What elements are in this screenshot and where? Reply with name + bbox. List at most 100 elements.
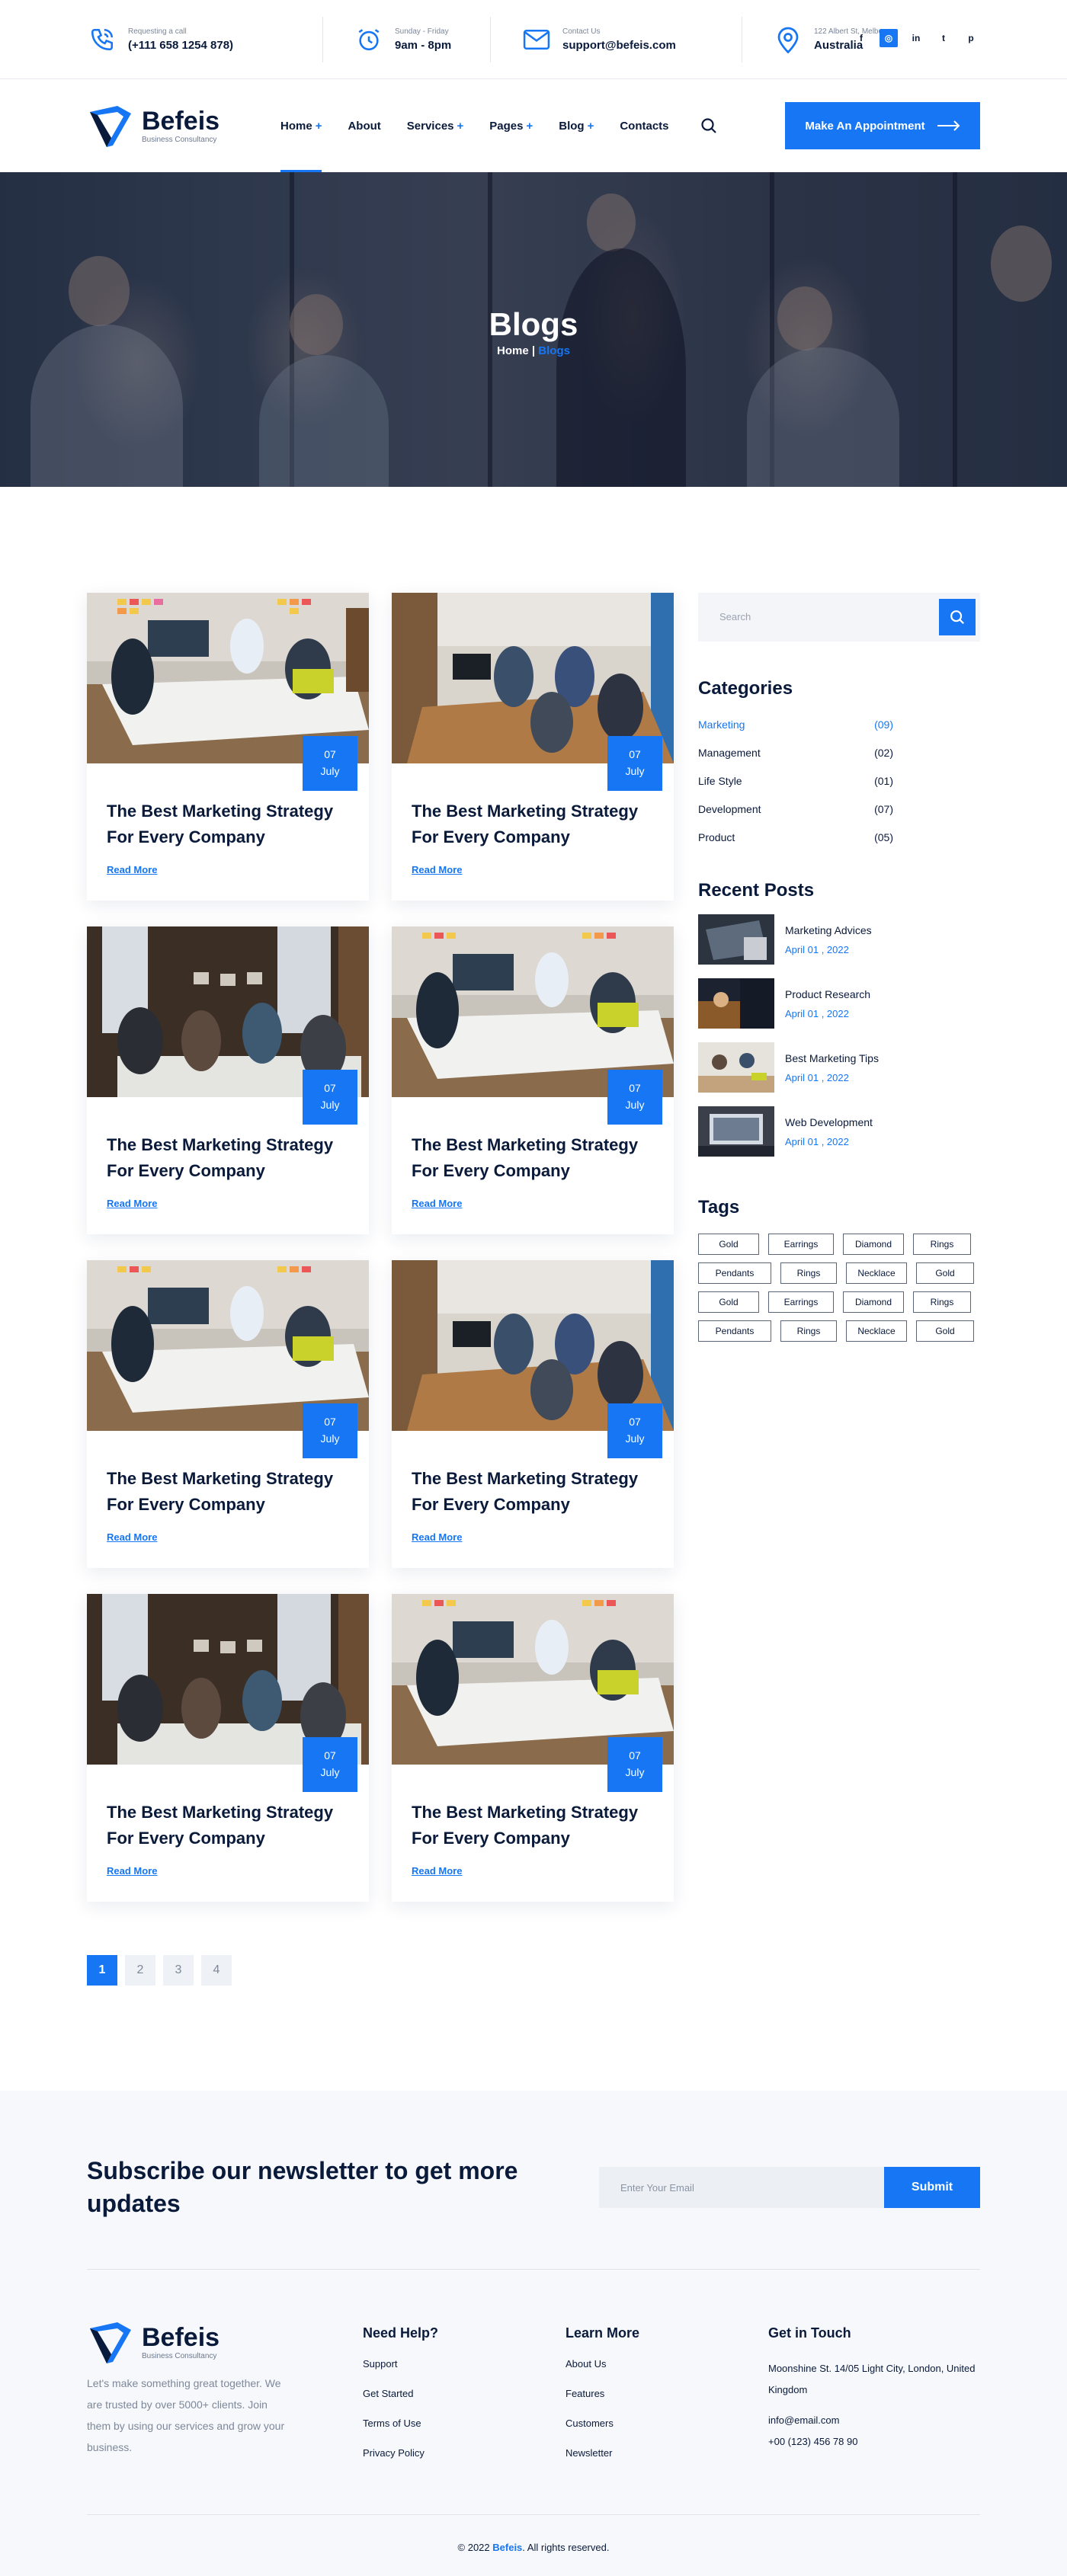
post-title[interactable]: The Best Marketing Strategy For Every Co… bbox=[107, 798, 358, 850]
nav-blog[interactable]: Blog + bbox=[559, 79, 594, 172]
search-input[interactable]: Search bbox=[719, 611, 751, 622]
post-day: 07 bbox=[629, 1416, 641, 1429]
page-button-2[interactable]: 2 bbox=[125, 1955, 155, 1986]
call-info[interactable]: Requesting a call (+111 658 1254 878) bbox=[87, 16, 323, 62]
logo[interactable]: Befeis Business Consultancy bbox=[87, 103, 280, 149]
recent-post[interactable]: Web Development April 01 , 2022 bbox=[698, 1099, 980, 1163]
category-item[interactable]: Development (07) bbox=[698, 795, 980, 823]
footer-link-customers[interactable]: Customers bbox=[566, 2418, 639, 2447]
pinterest-icon[interactable]: p bbox=[962, 29, 980, 47]
email-info[interactable]: Contact Us support@befeis.com bbox=[521, 16, 742, 62]
search-button[interactable] bbox=[939, 599, 976, 635]
post-title[interactable]: The Best Marketing Strategy For Every Co… bbox=[107, 1800, 358, 1851]
read-more-link[interactable]: Read More bbox=[107, 1198, 157, 1209]
recent-post-thumbnail bbox=[698, 978, 774, 1029]
read-more-link[interactable]: Read More bbox=[412, 864, 462, 875]
post-title[interactable]: The Best Marketing Strategy For Every Co… bbox=[107, 1132, 358, 1184]
footer-email[interactable]: info@email.com bbox=[768, 2414, 980, 2436]
footer-link-newsletter[interactable]: Newsletter bbox=[566, 2447, 639, 2477]
footer-link-privacy[interactable]: Privacy Policy bbox=[363, 2447, 438, 2477]
post-title[interactable]: The Best Marketing Strategy For Every Co… bbox=[412, 798, 663, 850]
footer-phone[interactable]: +00 (123) 456 78 90 bbox=[768, 2436, 980, 2457]
brand-name: Befeis bbox=[142, 2322, 220, 2352]
tag[interactable]: Rings bbox=[780, 1320, 837, 1342]
nav-services[interactable]: Services + bbox=[407, 79, 464, 172]
blog-card[interactable]: 07 July The Best Marketing Strategy For E… bbox=[87, 1260, 369, 1568]
page-button-1[interactable]: 1 bbox=[87, 1955, 117, 1986]
tag[interactable]: Gold bbox=[698, 1291, 759, 1313]
tag[interactable]: Gold bbox=[698, 1234, 759, 1255]
blog-card[interactable]: 07 July The Best Marketing Strategy For E… bbox=[87, 593, 369, 901]
breadcrumb-home[interactable]: Home bbox=[497, 344, 529, 357]
nav-contacts[interactable]: Contacts bbox=[620, 79, 668, 172]
category-item[interactable]: Management (02) bbox=[698, 738, 980, 766]
copyright-brand[interactable]: Befeis bbox=[492, 2542, 522, 2553]
tag[interactable]: Earrings bbox=[768, 1234, 834, 1255]
blog-card[interactable]: 07 July The Best Marketing Strategy For E… bbox=[392, 1594, 674, 1902]
newsletter-submit-button[interactable]: Submit bbox=[884, 2167, 980, 2208]
tag[interactable]: Necklace bbox=[846, 1320, 907, 1342]
facebook-icon[interactable]: f bbox=[852, 29, 870, 47]
social-links: f ◎ in t p bbox=[852, 29, 980, 47]
tag[interactable]: Rings bbox=[913, 1234, 971, 1255]
category-item[interactable]: Product (05) bbox=[698, 823, 980, 851]
category-count: (09) bbox=[874, 718, 893, 731]
alarm-clock-icon bbox=[354, 24, 384, 55]
category-item[interactable]: Marketing (09) bbox=[698, 710, 980, 738]
footer-logo[interactable]: Befeis Business Consultancy bbox=[87, 2319, 280, 2365]
tag[interactable]: Pendants bbox=[698, 1262, 771, 1284]
tag[interactable]: Gold bbox=[916, 1320, 974, 1342]
tag[interactable]: Earrings bbox=[768, 1291, 834, 1313]
post-title[interactable]: The Best Marketing Strategy For Every Co… bbox=[412, 1132, 663, 1184]
tag[interactable]: Rings bbox=[913, 1291, 971, 1313]
recent-post[interactable]: Best Marketing Tips April 01 , 2022 bbox=[698, 1035, 980, 1099]
nav-pages[interactable]: Pages + bbox=[489, 79, 533, 172]
tag[interactable]: Pendants bbox=[698, 1320, 771, 1342]
tag[interactable]: Necklace bbox=[846, 1262, 907, 1284]
read-more-link[interactable]: Read More bbox=[107, 1531, 157, 1543]
footer-link-terms[interactable]: Terms of Use bbox=[363, 2418, 438, 2447]
blog-card[interactable]: 07 July The Best Marketing Strategy For E… bbox=[392, 926, 674, 1234]
post-title[interactable]: The Best Marketing Strategy For Every Co… bbox=[107, 1466, 358, 1518]
tag[interactable]: Diamond bbox=[843, 1234, 904, 1255]
footer-link-get-started[interactable]: Get Started bbox=[363, 2388, 438, 2418]
tag[interactable]: Rings bbox=[780, 1262, 837, 1284]
blog-card[interactable]: 07 July The Best Marketing Strategy For E… bbox=[392, 593, 674, 901]
search-icon bbox=[950, 610, 965, 625]
recent-posts-heading: Recent Posts bbox=[698, 880, 815, 901]
blog-card[interactable]: 07 July The Best Marketing Strategy For E… bbox=[87, 1594, 369, 1902]
read-more-link[interactable]: Read More bbox=[412, 1531, 462, 1543]
recent-post[interactable]: Marketing Advices April 01 , 2022 bbox=[698, 907, 980, 971]
category-item[interactable]: Life Style (01) bbox=[698, 766, 980, 795]
dribbble-icon[interactable]: ◎ bbox=[880, 29, 898, 47]
tag[interactable]: Diamond bbox=[843, 1291, 904, 1313]
footer-link-support[interactable]: Support bbox=[363, 2358, 438, 2388]
read-more-link[interactable]: Read More bbox=[107, 1865, 157, 1877]
post-title[interactable]: The Best Marketing Strategy For Every Co… bbox=[412, 1466, 663, 1518]
blog-card[interactable]: 07 July The Best Marketing Strategy For E… bbox=[392, 1260, 674, 1568]
make-appointment-button[interactable]: Make An Appointment bbox=[785, 102, 980, 149]
footer-link-about[interactable]: About Us bbox=[566, 2358, 639, 2388]
category-name: Marketing bbox=[698, 718, 745, 731]
recent-post[interactable]: Product Research April 01 , 2022 bbox=[698, 971, 980, 1035]
page-button-3[interactable]: 3 bbox=[163, 1955, 194, 1986]
search-icon[interactable] bbox=[700, 117, 718, 135]
sidebar-search[interactable]: Search bbox=[698, 593, 980, 642]
newsletter-email-input[interactable]: Enter Your Email bbox=[599, 2167, 884, 2208]
read-more-link[interactable]: Read More bbox=[412, 1198, 462, 1209]
post-month: July bbox=[320, 1099, 340, 1111]
read-more-link[interactable]: Read More bbox=[412, 1865, 462, 1877]
nav-about[interactable]: About bbox=[348, 79, 380, 172]
tag[interactable]: Gold bbox=[916, 1262, 974, 1284]
linkedin-icon[interactable]: in bbox=[907, 29, 925, 47]
twitter-icon[interactable]: t bbox=[934, 29, 953, 47]
nav-home[interactable]: Home + bbox=[280, 79, 322, 172]
logo-mark-icon bbox=[90, 2322, 131, 2363]
brand-tagline: Business Consultancy bbox=[142, 135, 217, 144]
footer-link-features[interactable]: Features bbox=[566, 2388, 639, 2418]
post-title[interactable]: The Best Marketing Strategy For Every Co… bbox=[412, 1800, 663, 1851]
read-more-link[interactable]: Read More bbox=[107, 864, 157, 875]
phone-icon bbox=[87, 24, 117, 55]
page-button-4[interactable]: 4 bbox=[201, 1955, 232, 1986]
blog-card[interactable]: 07 July The Best Marketing Strategy For E… bbox=[87, 926, 369, 1234]
